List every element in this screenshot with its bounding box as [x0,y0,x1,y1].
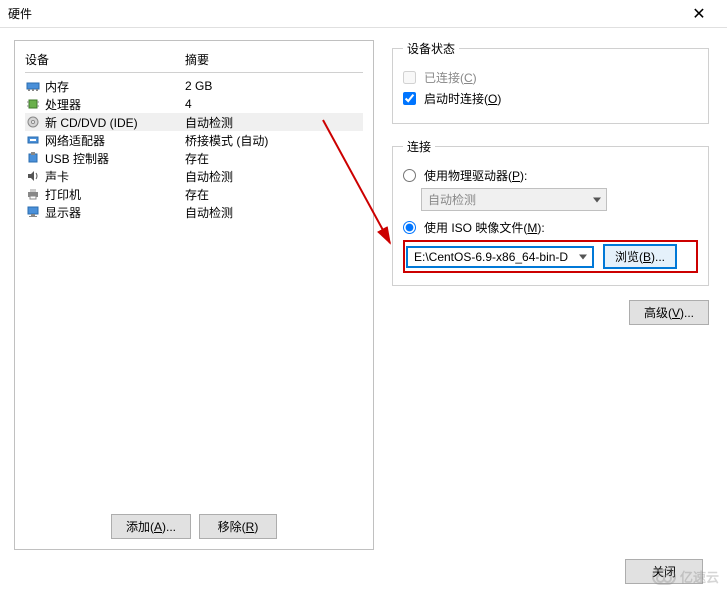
watermark-text: 亿速云 [680,567,719,586]
header-summary: 摘要 [185,51,363,68]
device-status-legend: 设备状态 [403,40,459,57]
iso-highlight-box: E:\CentOS-6.9-x86_64-bin-D 浏览(B)... [403,240,698,273]
settings-panel: 设备状态 已连接(C) 启动时连接(O) 连接 使用物理驱动器(P): 自动检测… [388,40,713,550]
header-device: 设备 [25,51,185,68]
watermark: 亿速云 [652,567,719,586]
table-row[interactable]: 声卡 自动检测 [25,167,363,185]
connected-checkbox [403,71,416,84]
connect-start-checkbox[interactable] [403,92,416,105]
advanced-button[interactable]: 高级(V)... [629,300,709,325]
use-physical-label: 使用物理驱动器(P): [424,167,527,184]
device-name: 打印机 [45,186,185,203]
connect-start-label: 启动时连接(O) [424,90,501,107]
cpu-icon [25,97,41,111]
device-summary: 自动检测 [185,204,363,221]
watermark-icon [652,569,676,585]
device-name: 新 CD/DVD (IDE) [45,114,185,131]
close-icon[interactable]: ✕ [679,0,719,28]
table-row[interactable]: 打印机 存在 [25,185,363,203]
device-name: 内存 [45,78,185,95]
device-name: 显示器 [45,204,185,221]
device-name: USB 控制器 [45,150,185,167]
connect-start-checkbox-row[interactable]: 启动时连接(O) [403,90,698,107]
device-summary: 存在 [185,186,363,203]
cd-dvd-icon [25,115,41,129]
browse-button[interactable]: 浏览(B)... [603,244,677,269]
advanced-row: 高级(V)... [392,300,709,325]
network-icon [25,133,41,147]
table-row[interactable]: 处理器 4 [25,95,363,113]
sound-icon [25,169,41,183]
table-row[interactable]: 网络适配器 桥接模式 (自动) [25,131,363,149]
table-row[interactable]: USB 控制器 存在 [25,149,363,167]
device-buttons: 添加(A)... 移除(R) [25,506,363,539]
table-row[interactable]: 新 CD/DVD (IDE) 自动检测 [25,113,363,131]
usb-icon [25,151,41,165]
use-iso-label: 使用 ISO 映像文件(M): [424,219,545,236]
table-row[interactable]: 显示器 自动检测 [25,203,363,221]
device-summary: 自动检测 [185,168,363,185]
content-area: 设备 摘要 内存 2 GB 处理器 4 新 CD/DVD (IDE) 自动检测 … [0,28,727,558]
window-title: 硬件 [8,5,679,22]
title-bar: 硬件 ✕ [0,0,727,28]
iso-path-dropdown[interactable]: E:\CentOS-6.9-x86_64-bin-D [407,247,593,267]
display-icon [25,205,41,219]
add-button[interactable]: 添加(A)... [111,514,191,539]
connected-label: 已连接(C) [424,69,477,86]
device-name: 网络适配器 [45,132,185,149]
table-row[interactable]: 内存 2 GB [25,77,363,95]
device-summary: 自动检测 [185,114,363,131]
use-iso-radio-row[interactable]: 使用 ISO 映像文件(M): [403,219,698,236]
device-summary: 存在 [185,150,363,167]
remove-button[interactable]: 移除(R) [199,514,277,539]
hardware-list-panel: 设备 摘要 内存 2 GB 处理器 4 新 CD/DVD (IDE) 自动检测 … [14,40,374,550]
device-name: 处理器 [45,96,185,113]
use-physical-radio[interactable] [403,169,416,182]
table-header: 设备 摘要 [25,51,363,73]
memory-icon [25,79,41,93]
device-summary: 2 GB [185,79,363,93]
physical-drive-dropdown: 自动检测 [421,188,607,211]
connected-checkbox-row[interactable]: 已连接(C) [403,69,698,86]
connection-legend: 连接 [403,138,435,155]
device-summary: 4 [185,97,363,111]
connection-group: 连接 使用物理驱动器(P): 自动检测 使用 ISO 映像文件(M): E:\C… [392,138,709,286]
use-physical-radio-row[interactable]: 使用物理驱动器(P): [403,167,698,184]
device-summary: 桥接模式 (自动) [185,132,363,149]
device-status-group: 设备状态 已连接(C) 启动时连接(O) [392,40,709,124]
device-table: 设备 摘要 内存 2 GB 处理器 4 新 CD/DVD (IDE) 自动检测 … [25,51,363,506]
use-iso-radio[interactable] [403,221,416,234]
device-name: 声卡 [45,168,185,185]
printer-icon [25,187,41,201]
